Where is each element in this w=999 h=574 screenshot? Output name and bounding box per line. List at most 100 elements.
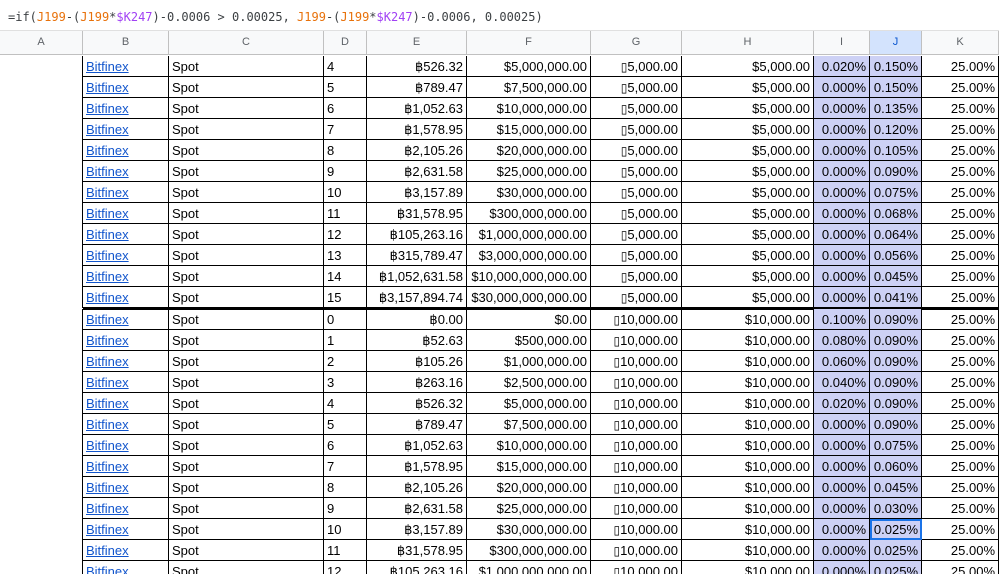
cell-c[interactable]: Spot <box>169 161 324 182</box>
cell-c[interactable]: Spot <box>169 435 324 456</box>
column-header-g[interactable]: G <box>591 31 682 54</box>
cell-a[interactable] <box>0 161 83 182</box>
cell-c[interactable]: Spot <box>169 372 324 393</box>
cell-h[interactable]: $5,000.00 <box>682 182 814 203</box>
column-header-d[interactable]: D <box>324 31 367 54</box>
cell-h[interactable]: $5,000.00 <box>682 119 814 140</box>
cell-d[interactable]: 8 <box>324 140 367 161</box>
cell-i[interactable]: 0.000% <box>814 119 870 140</box>
cell-j[interactable]: 0.045% <box>870 266 922 287</box>
cell-k[interactable]: 25.00% <box>922 435 999 456</box>
cell-f[interactable]: $25,000,000.00 <box>467 161 591 182</box>
cell-d[interactable]: 15 <box>324 287 367 308</box>
cell-i[interactable]: 0.040% <box>814 372 870 393</box>
cell-e[interactable]: ฿526.32 <box>367 393 467 414</box>
cell-j[interactable]: 0.025% <box>870 540 922 561</box>
spreadsheet-grid[interactable]: Bitfinex Spot 4 ฿526.32 $5,000,000.00 ▯5,000.… <box>0 56 999 574</box>
cell-g[interactable]: ▯5,000.00 <box>591 161 682 182</box>
cell-c[interactable]: Spot <box>169 456 324 477</box>
cell-c[interactable]: Spot <box>169 477 324 498</box>
cell-c[interactable]: Spot <box>169 266 324 287</box>
cell-f[interactable]: $15,000,000.00 <box>467 119 591 140</box>
cell-k[interactable]: 25.00% <box>922 119 999 140</box>
cell-b[interactable]: Bitfinex <box>83 140 169 161</box>
cell-b[interactable]: Bitfinex <box>83 477 169 498</box>
cell-a[interactable] <box>0 477 83 498</box>
formula-bar[interactable]: =if(J199-(J199*$K247)-0.0006 > 0.00025, … <box>0 0 999 31</box>
cell-f[interactable]: $25,000,000.00 <box>467 498 591 519</box>
cell-k[interactable]: 25.00% <box>922 266 999 287</box>
cell-a[interactable] <box>0 561 83 574</box>
cell-e[interactable]: ฿52.63 <box>367 330 467 351</box>
cell-i[interactable]: 0.000% <box>814 456 870 477</box>
cell-a[interactable] <box>0 287 83 308</box>
column-header-k[interactable]: K <box>922 31 999 54</box>
cell-d[interactable]: 7 <box>324 456 367 477</box>
cell-e[interactable]: ฿789.47 <box>367 414 467 435</box>
cell-h[interactable]: $5,000.00 <box>682 224 814 245</box>
cell-h[interactable]: $10,000.00 <box>682 309 814 330</box>
cell-i[interactable]: 0.000% <box>814 477 870 498</box>
cell-k[interactable]: 25.00% <box>922 161 999 182</box>
cell-i[interactable]: 0.000% <box>814 140 870 161</box>
cell-b[interactable]: Bitfinex <box>83 456 169 477</box>
cell-g[interactable]: ▯5,000.00 <box>591 203 682 224</box>
cell-b[interactable]: Bitfinex <box>83 519 169 540</box>
cell-i[interactable]: 0.000% <box>814 435 870 456</box>
cell-c[interactable]: Spot <box>169 540 324 561</box>
cell-i[interactable]: 0.020% <box>814 393 870 414</box>
cell-b[interactable]: Bitfinex <box>83 266 169 287</box>
cell-b[interactable]: Bitfinex <box>83 56 169 77</box>
cell-d[interactable]: 4 <box>324 56 367 77</box>
column-header-e[interactable]: E <box>367 31 467 54</box>
cell-k[interactable]: 25.00% <box>922 540 999 561</box>
column-header-b[interactable]: B <box>83 31 169 54</box>
cell-a[interactable] <box>0 414 83 435</box>
column-header-i[interactable]: I <box>814 31 870 54</box>
cell-h[interactable]: $5,000.00 <box>682 266 814 287</box>
cell-h[interactable]: $5,000.00 <box>682 98 814 119</box>
cell-k[interactable]: 25.00% <box>922 372 999 393</box>
formula-text[interactable]: =if(J199-(J199*$K247)-0.0006 > 0.00025, … <box>8 9 543 25</box>
column-header-a[interactable]: A <box>0 31 83 54</box>
cell-k[interactable]: 25.00% <box>922 77 999 98</box>
cell-e[interactable]: ฿2,631.58 <box>367 161 467 182</box>
cell-i[interactable]: 0.080% <box>814 330 870 351</box>
cell-i[interactable]: 0.000% <box>814 266 870 287</box>
cell-a[interactable] <box>0 224 83 245</box>
cell-h[interactable]: $10,000.00 <box>682 456 814 477</box>
cell-f[interactable]: $30,000,000.00 <box>467 182 591 203</box>
cell-e[interactable]: ฿1,578.95 <box>367 456 467 477</box>
cell-j[interactable]: 0.060% <box>870 456 922 477</box>
cell-i[interactable]: 0.000% <box>814 498 870 519</box>
cell-d[interactable]: 5 <box>324 77 367 98</box>
column-header-j[interactable]: J <box>870 31 922 54</box>
cell-j[interactable]: 0.150% <box>870 56 922 77</box>
cell-g[interactable]: ▯5,000.00 <box>591 98 682 119</box>
cell-k[interactable]: 25.00% <box>922 393 999 414</box>
cell-g[interactable]: ▯10,000.00 <box>591 414 682 435</box>
cell-h[interactable]: $10,000.00 <box>682 351 814 372</box>
cell-a[interactable] <box>0 309 83 330</box>
cell-h[interactable]: $5,000.00 <box>682 56 814 77</box>
cell-d[interactable]: 11 <box>324 540 367 561</box>
cell-c[interactable]: Spot <box>169 224 324 245</box>
cell-k[interactable]: 25.00% <box>922 561 999 574</box>
cell-b[interactable]: Bitfinex <box>83 119 169 140</box>
cell-k[interactable]: 25.00% <box>922 98 999 119</box>
cell-b[interactable]: Bitfinex <box>83 287 169 308</box>
cell-c[interactable]: Spot <box>169 519 324 540</box>
cell-h[interactable]: $10,000.00 <box>682 561 814 574</box>
cell-h[interactable]: $5,000.00 <box>682 203 814 224</box>
cell-c[interactable]: Spot <box>169 119 324 140</box>
cell-e[interactable]: ฿105.26 <box>367 351 467 372</box>
cell-k[interactable]: 25.00% <box>922 245 999 266</box>
cell-g[interactable]: ▯10,000.00 <box>591 519 682 540</box>
cell-a[interactable] <box>0 245 83 266</box>
cell-h[interactable]: $5,000.00 <box>682 287 814 308</box>
column-header-h[interactable]: H <box>682 31 814 54</box>
cell-i[interactable]: 0.000% <box>814 561 870 574</box>
cell-a[interactable] <box>0 140 83 161</box>
cell-a[interactable] <box>0 266 83 287</box>
cell-c[interactable]: Spot <box>169 351 324 372</box>
